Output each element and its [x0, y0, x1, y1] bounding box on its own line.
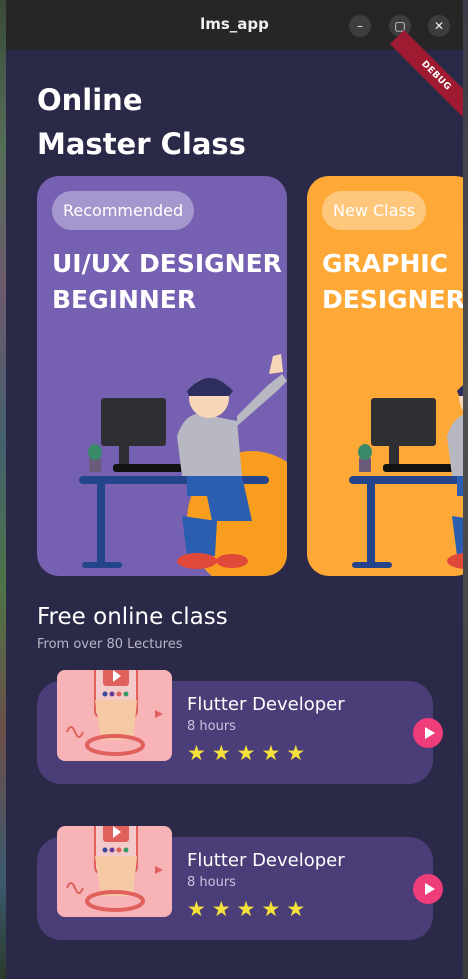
- course-title: Flutter Developer: [187, 694, 345, 715]
- star-icon: ★: [211, 741, 231, 765]
- minimize-button[interactable]: –: [349, 15, 371, 37]
- course-item[interactable]: Flutter Developer 8 hours ★ ★ ★ ★ ★: [37, 670, 443, 784]
- star-icon: ★: [187, 897, 206, 921]
- course-hours: 8 hours: [187, 875, 236, 890]
- course-title: Flutter Developer: [187, 850, 345, 871]
- rating-stars: ★ ★ ★ ★ ★: [187, 741, 305, 765]
- badge-recommended: Recommended: [52, 191, 195, 230]
- page-title: Online Master Class: [37, 78, 246, 166]
- card-title-line2: DESIGNER M: [322, 285, 463, 314]
- class-card-recommended[interactable]: Recommended UI/UX DESIGNER BEGINNER: [37, 176, 287, 576]
- designer-illustration: [349, 385, 463, 569]
- class-card-new[interactable]: New Class GRAPHIC DESIGNER M: [307, 176, 463, 576]
- close-icon: ✕: [433, 19, 445, 33]
- rating-stars: ★ ★ ★ ★ ★: [187, 897, 305, 921]
- page-title-line1: Online: [37, 83, 143, 117]
- page-title-line2: Master Class: [37, 127, 246, 161]
- card-title-line1: GRAPHIC: [322, 249, 449, 278]
- card-title: GRAPHIC DESIGNER M: [322, 246, 463, 318]
- play-button[interactable]: [413, 874, 443, 904]
- star-icon: ★: [286, 897, 306, 921]
- course-item[interactable]: Flutter Developer 8 hours ★ ★ ★ ★ ★: [37, 826, 443, 940]
- app-window: lms_app – ▢ ✕ DEBUG Online Master Class: [6, 0, 463, 979]
- play-button[interactable]: [413, 718, 443, 748]
- minimize-icon: –: [357, 19, 363, 33]
- course-thumbnail: [57, 670, 172, 761]
- card-title: UI/UX DESIGNER BEGINNER: [52, 246, 287, 318]
- card-title-line1: UI/UX DESIGNER: [52, 249, 282, 278]
- star-icon: ★: [211, 897, 231, 921]
- badge-new-class: New Class: [322, 191, 427, 230]
- section-title: Free online class: [37, 604, 228, 630]
- card-title-line2: BEGINNER: [52, 285, 197, 314]
- star-icon: ★: [236, 741, 256, 765]
- designer-illustration: [79, 354, 287, 576]
- star-icon: ★: [261, 741, 281, 765]
- star-icon: ★: [286, 741, 306, 765]
- course-thumbnail: [57, 826, 172, 917]
- star-icon: ★: [187, 741, 206, 765]
- star-icon: ★: [236, 897, 256, 921]
- course-hours: 8 hours: [187, 719, 236, 734]
- star-icon: ★: [261, 897, 281, 921]
- close-button[interactable]: ✕: [428, 15, 450, 37]
- section-subtitle: From over 80 Lectures: [37, 637, 183, 652]
